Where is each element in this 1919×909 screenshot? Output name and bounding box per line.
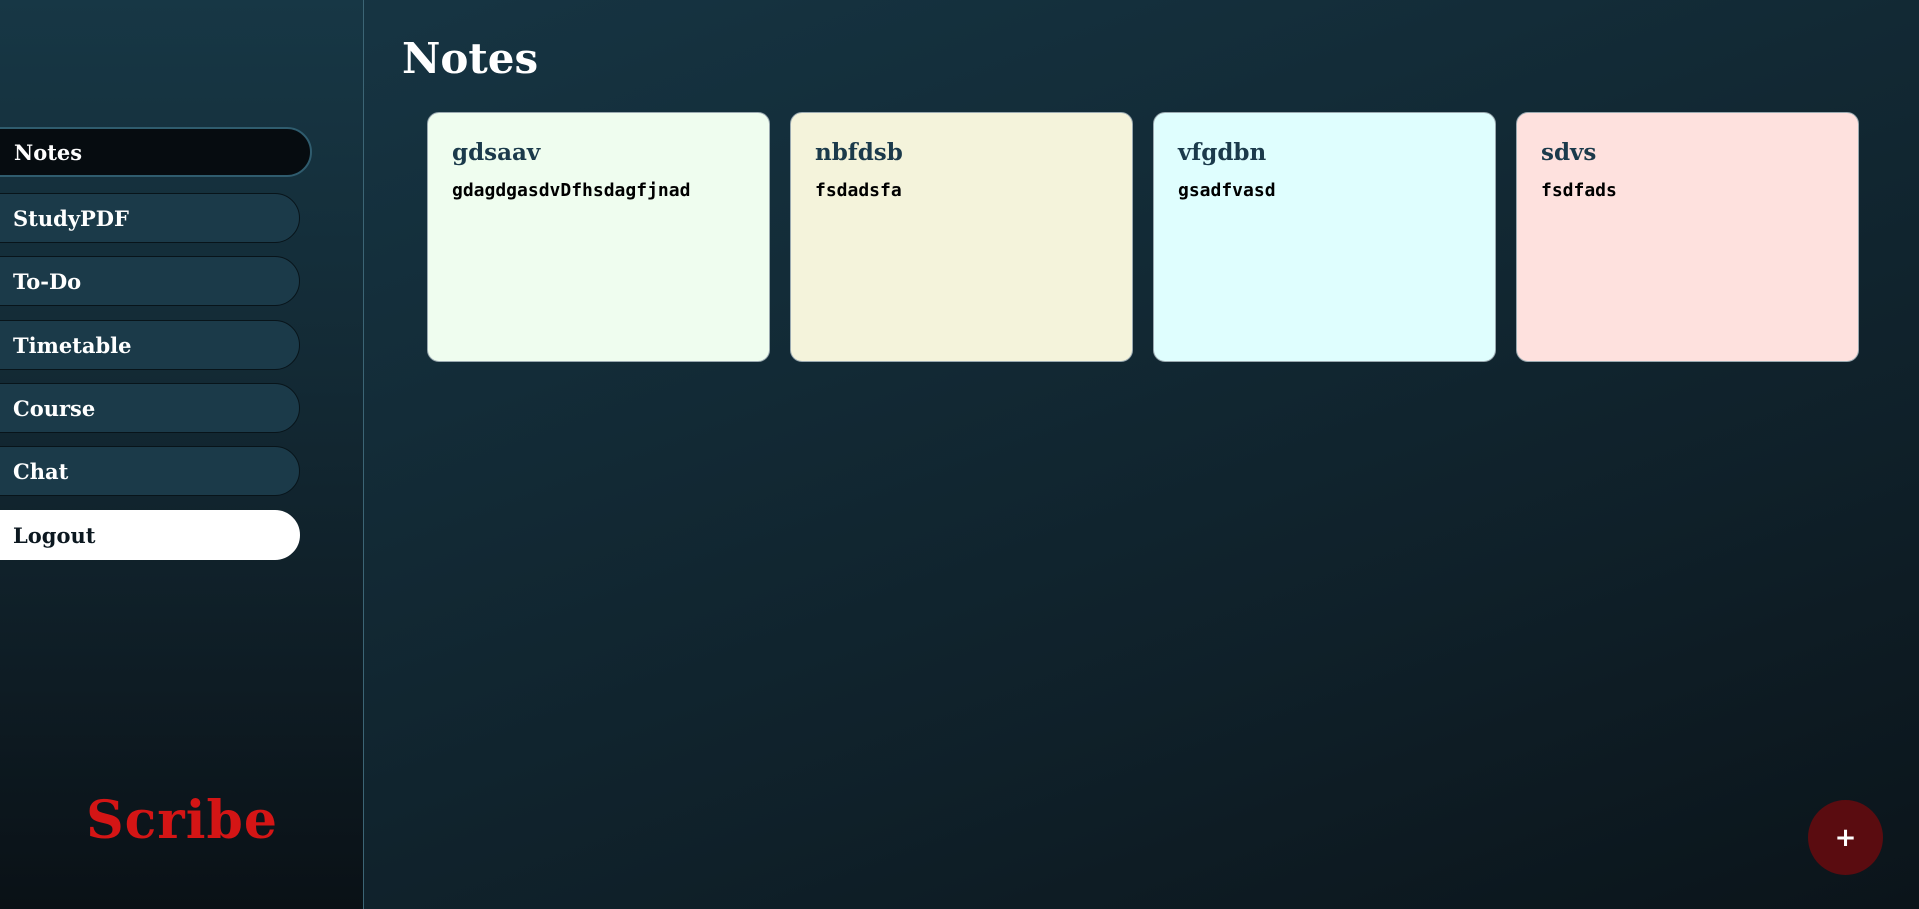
note-body: gsadfvasd [1178,180,1276,201]
sidebar: Notes StudyPDF To-Do Timetable Course Ch… [0,0,364,909]
note-title: nbfdsb [815,139,903,166]
sidebar-item-label: To-Do [13,268,82,294]
sidebar-item-label: Course [13,395,96,421]
sidebar-item-course[interactable]: Course [0,383,300,433]
note-body: fsdadsfa [815,180,902,201]
note-title: sdvs [1541,139,1597,166]
note-card[interactable]: gdsaav gdagdgasdvDfhsdagfjnad [427,112,770,362]
add-note-button[interactable]: + [1808,800,1883,875]
sidebar-item-label: Notes [14,139,83,165]
page-title: Notes [402,34,539,83]
logout-button[interactable]: Logout [0,510,300,560]
sidebar-item-chat[interactable]: Chat [0,446,300,496]
sidebar-item-label: Timetable [13,332,132,358]
brand-logo: Scribe [86,790,278,851]
logout-label: Logout [13,522,96,548]
note-card[interactable]: vfgdbn gsadfvasd [1153,112,1496,362]
sidebar-item-timetable[interactable]: Timetable [0,320,300,370]
plus-icon: + [1834,822,1857,853]
sidebar-item-label: Chat [13,458,69,484]
sidebar-item-label: StudyPDF [13,205,129,231]
note-card[interactable]: nbfdsb fsdadsfa [790,112,1133,362]
sidebar-item-todo[interactable]: To-Do [0,256,300,306]
note-body: fsdfads [1541,180,1617,201]
note-card[interactable]: sdvs fsdfads [1516,112,1859,362]
sidebar-item-notes[interactable]: Notes [0,127,312,177]
note-title: gdsaav [452,139,541,166]
note-body: gdagdgasdvDfhsdagfjnad [452,180,691,201]
note-title: vfgdbn [1178,139,1267,166]
sidebar-item-studypdf[interactable]: StudyPDF [0,193,300,243]
